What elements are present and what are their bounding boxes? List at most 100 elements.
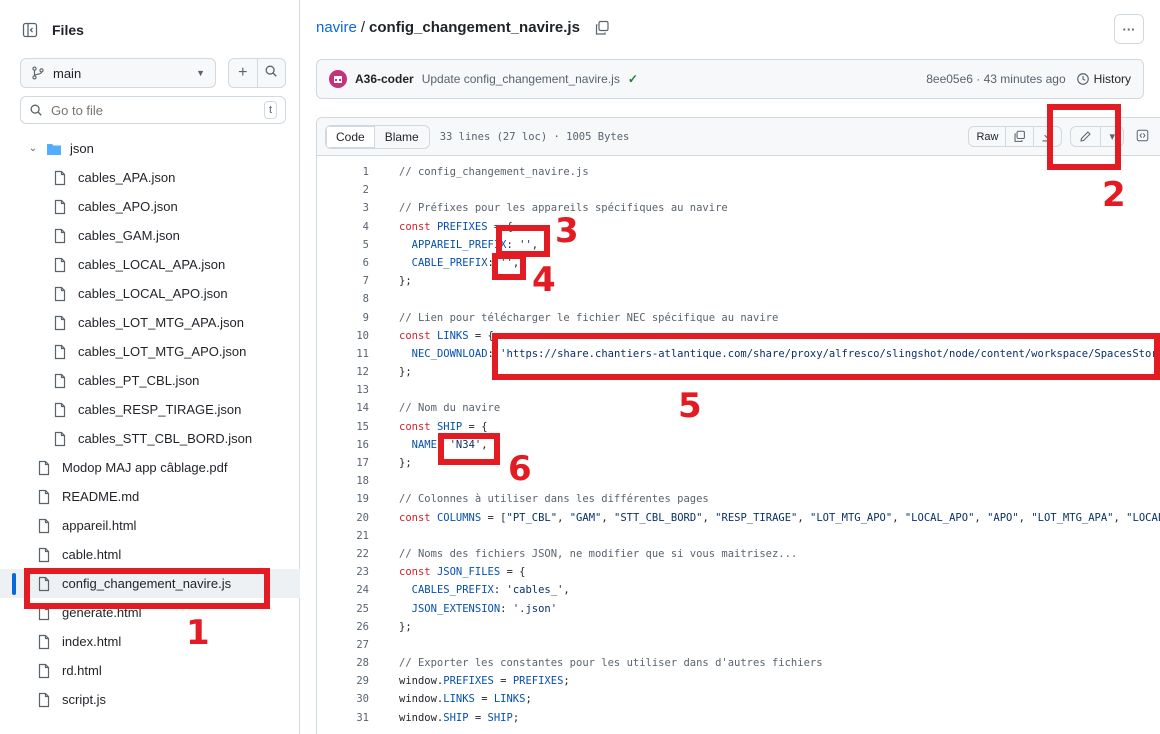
annotation-number-4: 4	[532, 260, 556, 300]
line-number[interactable]: 16	[317, 436, 369, 454]
file-tree-item[interactable]: cables_PT_CBL.json	[0, 366, 300, 395]
go-to-file-input[interactable]	[51, 102, 256, 118]
code-text: // Préfixes pour les appareils spécifiqu…	[399, 202, 728, 215]
line-number[interactable]: 23	[317, 563, 369, 581]
file-icon	[52, 257, 68, 273]
line-number[interactable]: 13	[317, 381, 369, 399]
search-button[interactable]	[258, 64, 286, 83]
folder-json[interactable]: ⌄ json	[0, 134, 300, 163]
branch-selector[interactable]: main ▼	[20, 58, 216, 88]
symbols-icon	[1136, 129, 1148, 141]
copy-raw-button[interactable]	[1005, 127, 1033, 146]
tab-code[interactable]: Code	[326, 125, 375, 148]
file-icon	[52, 431, 68, 447]
code-text: };	[399, 620, 412, 633]
breadcrumb-repo-link[interactable]: navire	[316, 19, 357, 36]
go-to-file-box[interactable]: t	[20, 96, 286, 124]
file-tree-item[interactable]: cables_GAM.json	[0, 221, 300, 250]
line-number[interactable]: 12	[317, 363, 369, 381]
file-tree-item[interactable]: cables_APO.json	[0, 192, 300, 221]
line-number[interactable]: 18	[317, 472, 369, 490]
history-button[interactable]: History	[1076, 72, 1131, 86]
commit-message[interactable]: Update config_changement_navire.js	[422, 72, 620, 86]
commit-hash-time[interactable]: 8ee05e6 · 43 minutes ago	[926, 72, 1065, 86]
file-icon	[52, 373, 68, 389]
line-number[interactable]: 25	[317, 600, 369, 618]
file-tree-item[interactable]: cables_LOCAL_APO.json	[0, 279, 300, 308]
line-number[interactable]: 7	[317, 272, 369, 290]
file-icon	[52, 402, 68, 418]
line-number[interactable]: 28	[317, 654, 369, 672]
file-viewer: Code Blame 33 lines (27 loc) · 1005 Byte…	[316, 117, 1160, 734]
line-number[interactable]: 20	[317, 509, 369, 527]
file-tree-item[interactable]: cables_RESP_TIRAGE.json	[0, 395, 300, 424]
code-line: 8	[317, 290, 1160, 308]
line-number[interactable]: 2	[317, 181, 369, 199]
line-number[interactable]: 27	[317, 636, 369, 654]
code-text: // Colonnes à utiliser dans les différen…	[399, 493, 709, 506]
file-tree-item[interactable]: README.md	[0, 482, 300, 511]
line-number[interactable]: 8	[317, 290, 369, 308]
line-number[interactable]: 14	[317, 399, 369, 417]
code-text: window.SHIP = SHIP;	[399, 711, 520, 724]
file-tree-item[interactable]: cables_LOT_MTG_APA.json	[0, 308, 300, 337]
code-line: 30 window.LINKS = LINKS;	[317, 690, 1160, 708]
line-number[interactable]: 10	[317, 327, 369, 345]
line-number[interactable]: 17	[317, 454, 369, 472]
file-tree-item[interactable]: Modop MAJ app câblage.pdf	[0, 453, 300, 482]
line-number[interactable]: 24	[317, 581, 369, 599]
file-icon	[36, 547, 52, 563]
file-name: cables_LOCAL_APA.json	[78, 257, 226, 272]
commit-author[interactable]: A36-coder	[355, 72, 414, 86]
avatar[interactable]	[329, 70, 347, 88]
code-text: // config_changement_navire.js	[399, 166, 589, 178]
line-number[interactable]: 5	[317, 236, 369, 254]
annotation-box-5	[492, 333, 1160, 380]
copy-path-icon[interactable]	[594, 20, 610, 36]
file-name: cables_LOCAL_APO.json	[78, 286, 228, 301]
code-text: window.PREFIXES = PREFIXES;	[399, 675, 570, 688]
line-number[interactable]: 22	[317, 545, 369, 563]
code-line: 25 JSON_EXTENSION: '.json'	[317, 600, 1160, 618]
code-line: 31 window.SHIP = SHIP;	[317, 709, 1160, 727]
code-line: 28 // Exporter les constantes pour les ut…	[317, 654, 1160, 672]
symbols-panel-button[interactable]	[1132, 129, 1152, 145]
file-tree-item[interactable]: cables_LOT_MTG_APO.json	[0, 337, 300, 366]
check-icon[interactable]: ✓	[628, 72, 638, 86]
file-tree-item[interactable]: cables_STT_CBL_BORD.json	[0, 424, 300, 453]
tab-blame[interactable]: Blame	[374, 125, 429, 148]
file-tree-sidebar: Files main ▼ + t ⌄ json cables_APA.jsonc…	[0, 0, 300, 734]
line-number[interactable]: 26	[317, 618, 369, 636]
line-number[interactable]: 31	[317, 709, 369, 727]
line-number[interactable]: 1	[317, 163, 369, 181]
line-number[interactable]: 21	[317, 527, 369, 545]
file-tree-item[interactable]: script.js	[0, 685, 300, 714]
line-number[interactable]: 11	[317, 345, 369, 363]
code-line: 3 // Préfixes pour les appareils spécifiq…	[317, 199, 1160, 217]
line-number[interactable]: 30	[317, 690, 369, 708]
file-name: cables_PT_CBL.json	[78, 373, 200, 388]
file-tree-item[interactable]: cables_LOCAL_APA.json	[0, 250, 300, 279]
line-number[interactable]: 29	[317, 672, 369, 690]
line-number[interactable]: 15	[317, 418, 369, 436]
file-tree-item[interactable]: index.html	[0, 627, 300, 656]
raw-button[interactable]: Raw	[969, 127, 1005, 146]
line-number[interactable]: 9	[317, 309, 369, 327]
file-tree-item[interactable]: cables_APA.json	[0, 163, 300, 192]
collapse-sidebar-icon[interactable]	[20, 20, 40, 40]
file-tree-item[interactable]: rd.html	[0, 656, 300, 685]
file-tree-item[interactable]: cable.html	[0, 540, 300, 569]
add-file-button[interactable]: +	[229, 64, 257, 82]
line-number[interactable]: 3	[317, 199, 369, 217]
code-line: 27	[317, 636, 1160, 654]
file-name: cables_GAM.json	[78, 228, 180, 243]
code-line: 23 const JSON_FILES = {	[317, 563, 1160, 581]
line-number[interactable]: 4	[317, 218, 369, 236]
keyboard-shortcut: t	[263, 101, 277, 119]
line-number[interactable]: 6	[317, 254, 369, 272]
code-text: };	[399, 457, 412, 469]
more-options-button[interactable]: ···	[1114, 14, 1144, 44]
line-number[interactable]: 19	[317, 490, 369, 508]
file-header: Code Blame 33 lines (27 loc) · 1005 Byte…	[317, 118, 1160, 156]
file-tree-item[interactable]: appareil.html	[0, 511, 300, 540]
